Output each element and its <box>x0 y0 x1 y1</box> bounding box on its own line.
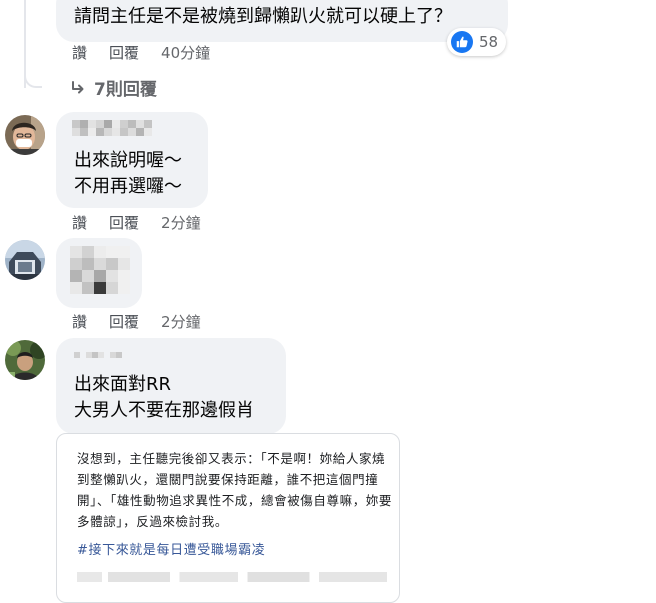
comment-actions: 讚 回覆 2分鐘 <box>72 212 201 233</box>
comment-text-line: 出來面對RR <box>74 374 172 395</box>
view-replies-link[interactable]: 7則回覆 <box>70 75 157 100</box>
preview-hashtag[interactable]: #接下來就是每日遭受職場霸凌 <box>77 539 265 558</box>
thread-connector <box>24 60 42 88</box>
reply-button[interactable]: 回覆 <box>109 212 139 233</box>
comment-text-line: 出來說明喔～ <box>74 150 182 171</box>
comment-bubble: 請問主任是不是被燒到歸懶趴火就可以硬上了？ <box>56 0 508 42</box>
comment-timestamp[interactable]: 40分鐘 <box>161 42 210 63</box>
preview-cut-off-text <box>77 572 387 582</box>
comment-bubble: 出來說明喔～ 不用再選囉～ <box>56 112 208 208</box>
reaction-count: 58 <box>479 33 499 51</box>
like-button[interactable]: 讚 <box>72 311 87 332</box>
replies-count-label: 7則回覆 <box>94 80 157 100</box>
comment-text-line: 大男人不要在那邊假肖 <box>74 400 254 421</box>
like-button[interactable]: 讚 <box>72 42 87 63</box>
comment-timestamp[interactable]: 2分鐘 <box>161 212 201 233</box>
blurred-comment-content <box>70 246 130 294</box>
like-button[interactable]: 讚 <box>72 212 87 233</box>
reply-arrow-icon <box>70 80 86 96</box>
comment-bubble <box>56 238 142 308</box>
comment-text: 請問主任是不是被燒到歸懶趴火就可以硬上了？ <box>74 6 452 27</box>
avatar[interactable] <box>5 240 45 280</box>
comment-text-line: 不用再選囉～ <box>74 176 182 197</box>
avatar[interactable] <box>5 340 45 380</box>
blurred-author-name <box>72 120 152 136</box>
comment-actions: 讚 回覆 2分鐘 <box>72 311 201 332</box>
comment-actions: 讚 回覆 40分鐘 <box>72 42 210 63</box>
comment-timestamp[interactable]: 2分鐘 <box>161 311 201 332</box>
comment-bubble: 出來面對RR 大男人不要在那邊假肖 <box>56 338 286 434</box>
avatar[interactable] <box>5 115 45 155</box>
preview-paragraph: 沒想到，主任聽完後卻又表示：「不是啊！妳給人家燒到整懶趴火，還關門說要保持距離，… <box>77 451 393 529</box>
reaction-summary[interactable]: 58 <box>447 28 507 56</box>
reply-button[interactable]: 回覆 <box>109 311 139 332</box>
reply-button[interactable]: 回覆 <box>109 42 139 63</box>
blurred-author-name <box>74 352 122 358</box>
thumbs-up-icon <box>451 31 473 53</box>
